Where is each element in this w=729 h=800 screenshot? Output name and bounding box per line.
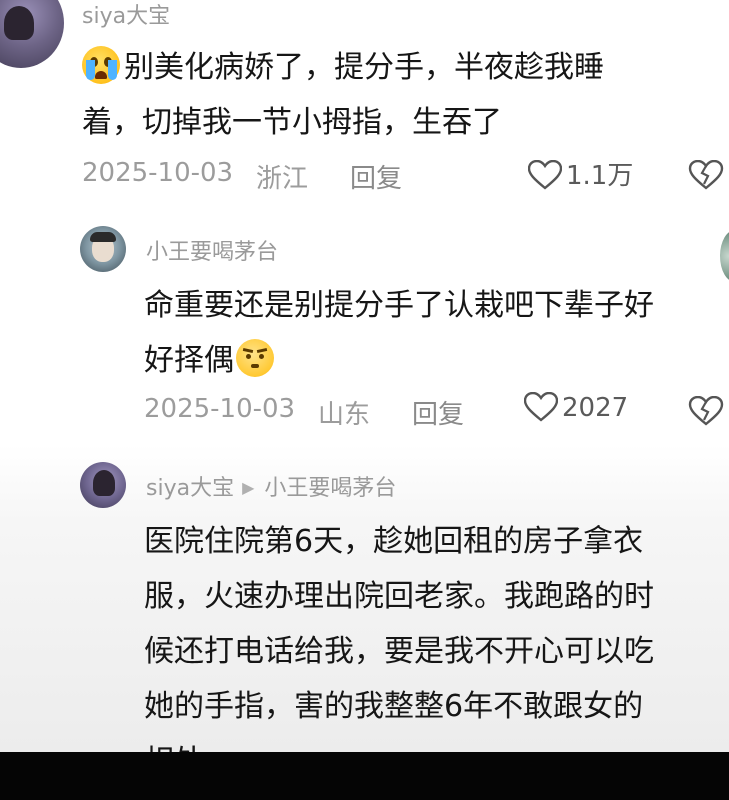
like-button[interactable]: 2027: [523, 391, 629, 423]
avatar[interactable]: [80, 226, 126, 272]
avatar[interactable]: [0, 0, 64, 68]
comment-text: 别美化病娇了，提分手，半夜趁我睡 着，切掉我一节小拇指，生吞了: [82, 40, 604, 150]
like-count: 1.1万: [566, 161, 634, 191]
broken-heart-icon: [688, 159, 724, 190]
reply-button[interactable]: 回复: [412, 394, 464, 431]
avatar[interactable]: [80, 462, 126, 508]
triangle-right-icon: ▶: [242, 478, 255, 497]
like-button[interactable]: 1.1万: [527, 155, 634, 192]
reply-to-username[interactable]: 小王要喝茅台: [264, 476, 396, 501]
comment-username-row: siya大宝 ▶ 小王要喝茅台: [146, 470, 396, 502]
comment-text-line: 着，切掉我一节小拇指，生吞了: [82, 105, 502, 140]
comment-date: 2025-10-03: [144, 394, 296, 424]
comment-text-line: 命重要还是别提分手了认栽吧下辈子好: [144, 288, 654, 323]
comment-text-line: 医院住院第6天，趁她回租的房子拿衣: [144, 524, 644, 559]
dislike-button[interactable]: [688, 159, 724, 194]
comment-text-line: 候还打电话给我，要是我不开心可以吃: [144, 634, 654, 669]
broken-heart-icon: [688, 395, 724, 426]
bottom-bar: [0, 752, 729, 800]
dislike-button[interactable]: [688, 395, 724, 430]
comment-text-line: 别美化病娇了，提分手，半夜趁我睡: [124, 50, 604, 85]
comment-username[interactable]: siya大宝: [82, 0, 170, 30]
comment-text-line: 服，火速办理出院回老家。我跑路的时: [144, 579, 654, 614]
reply-button[interactable]: 回复: [350, 158, 402, 195]
crying-face-emoji-icon: [82, 46, 120, 84]
comment-location: 浙江: [256, 164, 309, 194]
heart-outline-icon: [527, 159, 563, 190]
comment-username[interactable]: 小王要喝茅台: [146, 234, 278, 266]
comment-location: 山东: [318, 400, 371, 430]
like-count: 2027: [562, 393, 629, 423]
comment-text-line: 好择偶: [144, 343, 234, 378]
skeptical-face-emoji-icon: [236, 339, 274, 377]
comment-text: 命重要还是别提分手了认栽吧下辈子好 好择偶: [144, 278, 654, 388]
comment-username[interactable]: siya大宝: [146, 476, 234, 501]
side-avatar-peek: [720, 230, 729, 282]
comment-text-line: 她的手指，害的我整整6年不敢跟女的: [144, 689, 644, 724]
comment-text: 医院住院第6天，趁她回租的房子拿衣 服，火速办理出院回老家。我跑路的时 候还打电…: [144, 514, 654, 789]
comment-date: 2025-10-03: [82, 158, 234, 188]
heart-outline-icon: [523, 391, 559, 422]
